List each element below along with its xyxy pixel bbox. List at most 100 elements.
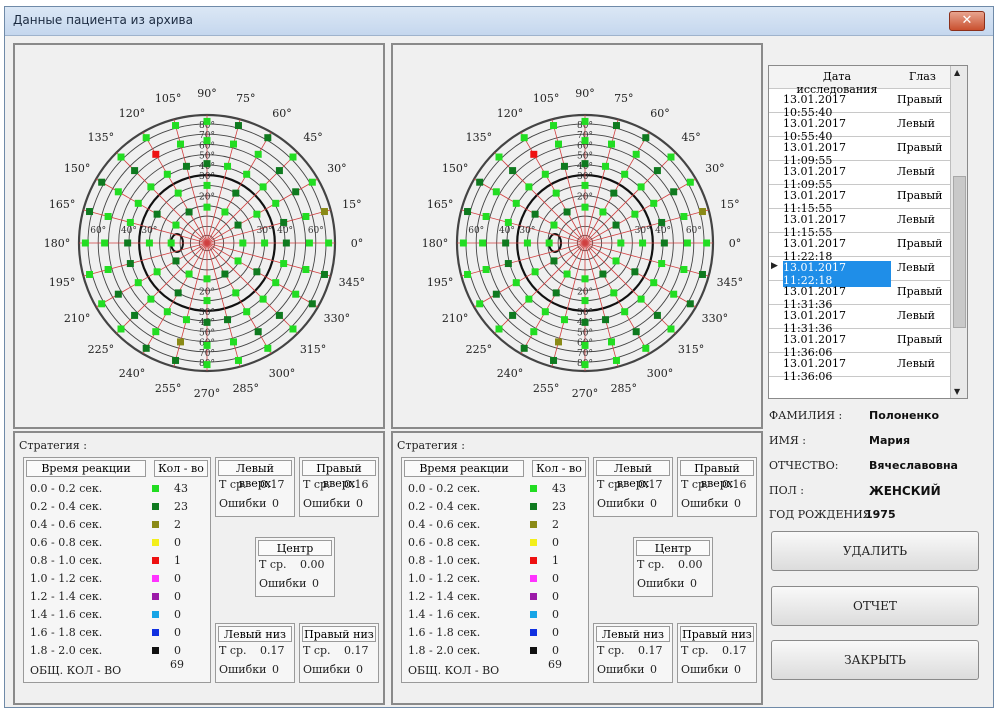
left-eye-angle-label: 90°: [197, 87, 217, 100]
right-eye-reaction-range: 0.0 - 0.2 сек.: [408, 482, 481, 495]
records-row[interactable]: ▶ 13.01.2017 11:22:18 Левый: [769, 256, 953, 287]
right-eye-stimulus-point: [531, 210, 539, 218]
left-eye-quadrant-upper-right-err-value: 0: [356, 497, 363, 510]
left-eye-stimulus-point: [203, 203, 211, 211]
records-scrollbar[interactable]: ▲ ▼: [950, 66, 967, 398]
right-eye-reaction-swatch: [530, 557, 537, 564]
left-eye-stimulus-point: [134, 199, 142, 207]
right-eye-stimulus-point: [637, 183, 645, 191]
right-eye-angle-label: 75°: [614, 92, 634, 105]
records-row[interactable]: 13.01.2017 10:55:40 Правый: [769, 88, 953, 119]
left-eye-reaction-swatch: [152, 557, 159, 564]
right-eye-radial-label-bottom: 30°: [577, 308, 593, 318]
right-eye-field-panel: 0° 15° 30° 45° 60° 75° 90° 105° 120° 135° 150° 165°…: [391, 43, 763, 429]
right-eye-stimulus-point: [512, 279, 520, 287]
right-eye-quadrant-lower-right-t-value: 0.17: [722, 644, 747, 657]
records-row[interactable]: 13.01.2017 11:15:55 Левый: [769, 208, 953, 239]
records-row[interactable]: 13.01.2017 11:36:06 Левый: [769, 352, 953, 383]
records-row[interactable]: 13.01.2017 11:15:55 Правый: [769, 184, 953, 215]
left-eye-reaction-range: 0.2 - 0.4 сек.: [30, 500, 103, 513]
left-eye-reaction-header: Время реакции: [26, 460, 146, 477]
left-eye-stimulus-point: [320, 208, 328, 216]
right-eye-stimulus-point: [658, 218, 666, 226]
left-eye-reaction-swatch: [152, 611, 159, 618]
records-cell-eye: Правый: [897, 189, 943, 202]
records-row[interactable]: 13.01.2017 10:55:40 Левый: [769, 112, 953, 143]
name-label: ИМЯ :: [769, 434, 806, 447]
right-eye-stimulus-point: [658, 260, 666, 268]
left-eye-stimulus-point: [264, 134, 272, 142]
left-eye-stimulus-point: [182, 162, 190, 170]
right-eye-stimulus-point: [502, 239, 510, 247]
left-eye-stimulus-point: [282, 239, 290, 247]
delete-button[interactable]: УДАЛИТЬ: [771, 531, 979, 571]
right-eye-stimulus-point: [637, 295, 645, 303]
left-eye-quadrant-lower-left-title: Левый низ: [218, 626, 292, 642]
left-eye-reaction-range: 1.6 - 1.8 сек.: [30, 626, 103, 639]
left-eye-stimulus-point: [172, 122, 180, 130]
name-value: Мария: [869, 434, 911, 447]
right-eye-reaction-count: 43: [552, 482, 566, 495]
right-eye-angle-label: 210°: [442, 312, 469, 325]
right-eye-stimulus-point: [581, 297, 589, 305]
right-eye-stimulus-point: [495, 325, 503, 333]
left-eye-stimulus-point: [289, 325, 297, 333]
left-eye-stimulus-point: [203, 160, 211, 168]
right-eye-quadrant-center-t-label: Т ср.: [637, 558, 665, 571]
left-eye-angle-label: 315°: [300, 343, 327, 356]
left-eye-angle-label: 45°: [303, 131, 323, 144]
right-eye-stimulus-point: [639, 239, 647, 247]
left-eye-angle-label: 165°: [49, 198, 76, 211]
left-eye-stimulus-point: [232, 189, 240, 197]
close-button[interactable]: ЗАКРЫТЬ: [771, 640, 979, 680]
records-header-row: Дата исследования Глаз: [769, 66, 953, 96]
left-eye-stimulus-point: [114, 188, 122, 196]
right-eye-stimulus-point: [686, 300, 694, 308]
records-row[interactable]: 13.01.2017 11:22:18 Правый: [769, 232, 953, 263]
records-row[interactable]: 13.01.2017 11:31:36 Правый: [769, 280, 953, 311]
records-row[interactable]: 13.01.2017 11:31:36 Левый: [769, 304, 953, 335]
left-eye-stimulus-point: [230, 140, 238, 148]
records-row[interactable]: 13.01.2017 11:09:55 Правый: [769, 136, 953, 167]
left-eye-stimulus-point: [86, 208, 94, 216]
left-eye-angle-label: 300°: [269, 367, 296, 380]
left-eye-reaction-count: 0: [174, 608, 181, 621]
right-eye-quadrant-lower-right-err-label: Ошибки: [681, 663, 729, 676]
left-eye-quadrant-lower-left-t-label: Т ср.: [219, 644, 247, 657]
right-eye-stimulus-point: [530, 328, 538, 336]
left-eye-quadrant-lower-left: Левый низ Т ср. 0.17 Ошибки 0: [215, 623, 295, 683]
right-eye-angle-label: 255°: [533, 382, 560, 395]
left-eye-total-label: ОБЩ. КОЛ - ВО: [30, 664, 122, 677]
right-eye-stimulus-point: [610, 189, 618, 197]
close-window-button[interactable]: ✕: [949, 11, 985, 31]
report-button[interactable]: ОТЧЕТ: [771, 586, 979, 626]
right-eye-stimulus-point: [581, 137, 589, 145]
right-eye-quadrant-lower-right-err-value: 0: [734, 663, 741, 676]
records-row[interactable]: 13.01.2017 11:09:55 Левый: [769, 160, 953, 191]
right-eye-stimulus-point: [550, 257, 558, 265]
right-eye-angle-label: 15°: [720, 198, 740, 211]
records-row[interactable]: 13.01.2017 11:36:06 Правый: [769, 328, 953, 359]
right-eye-stats-panel: Стратегия : Время реакции Кол - во 0.0 - 0.…: [391, 431, 763, 705]
right-eye-reaction-swatch: [530, 593, 537, 600]
right-eye-angle-label: 135°: [466, 131, 493, 144]
right-eye-reaction-swatch: [530, 485, 537, 492]
left-eye-quadrant-lower-left-err-label: Ошибки: [219, 663, 267, 676]
right-eye-stimulus-point: [660, 239, 668, 247]
right-eye-stimulus-point: [642, 134, 650, 142]
right-eye-reaction-swatch: [530, 647, 537, 654]
right-eye-stimulus-point: [632, 150, 640, 158]
right-eye-stimulus-point: [698, 208, 706, 216]
left-eye-quadrant-center-t-value: 0.00: [300, 558, 325, 571]
left-eye-reaction-swatch: [152, 593, 159, 600]
left-eye-stimulus-point: [185, 270, 193, 278]
left-eye-stimulus-point: [203, 275, 211, 283]
right-eye-angle-label: 0°: [729, 237, 742, 250]
records-table[interactable]: Дата исследования Глаз 13.01.2017 10:55:40…: [768, 65, 968, 399]
right-eye-reaction-count: 0: [552, 572, 559, 585]
left-eye-stimulus-point: [104, 212, 112, 220]
left-eye-stimulus-point: [261, 239, 269, 247]
left-eye-stimulus-point: [98, 178, 106, 186]
left-eye-radial-label-left: 60°: [90, 226, 106, 236]
right-eye-stimulus-point: [550, 356, 558, 364]
